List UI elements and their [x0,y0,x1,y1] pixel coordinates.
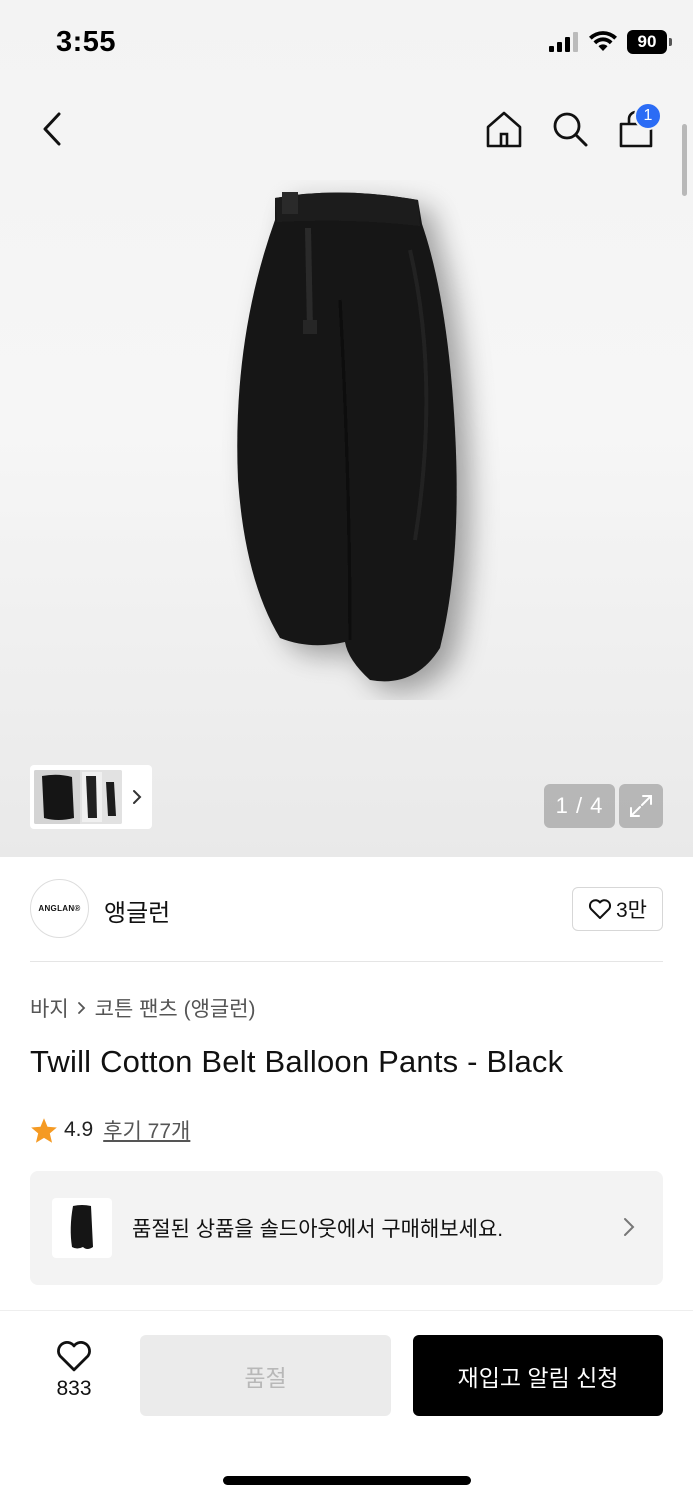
rating-row: 4.9 후기 77개 [30,1115,190,1145]
product-image[interactable] [200,180,500,700]
back-button[interactable] [22,96,82,162]
expand-button[interactable] [619,784,663,828]
cart-count-badge: 1 [634,102,662,130]
back-icon [43,112,61,146]
home-icon [486,111,522,148]
soldout-banner[interactable]: 품절된 상품을 솔드아웃에서 구매해보세요. [30,1171,663,1285]
brand-like-button[interactable]: 3만 [572,887,663,931]
product-detail-page: 3:55 90 1 1 / 4 ANGLAN® 앵글런 3만 바지 코튼 팬츠 … [0,0,693,1500]
product-title: Twill Cotton Belt Balloon Pants - Black [30,1044,564,1079]
breadcrumb: 바지 코튼 팬츠 (앵글런) [30,993,256,1023]
scroll-indicator [682,124,687,196]
status-icons: 90 [549,30,672,54]
breadcrumb-category[interactable]: 바지 [30,993,69,1023]
soldout-thumbnail [52,1198,112,1258]
top-nav: 1 [0,96,693,166]
breadcrumb-subcategory[interactable]: 코튼 팬츠 (앵글런) [95,993,256,1023]
status-bar: 3:55 90 [0,0,693,80]
chevron-right-icon [624,1218,635,1236]
star-icon [31,1117,57,1143]
soldout-banner-text: 품절된 상품을 솔드아웃에서 구매해보세요. [132,1218,504,1241]
image-pager: 1 / 4 [544,784,615,828]
status-time: 3:55 [56,26,117,58]
battery-icon: 90 [627,30,672,54]
brand-like-count: 3만 [616,899,647,922]
wifi-icon [589,31,617,51]
divider [30,961,663,962]
review-link[interactable]: 후기 77개 [103,1115,190,1145]
brand-logo[interactable]: ANGLAN® [30,879,89,938]
restock-alert-button[interactable]: 재입고 알림 신청 [413,1335,663,1416]
wishlist-button[interactable]: 833 [34,1339,114,1409]
thumbnail-image[interactable] [34,770,122,824]
chevron-right-icon [77,1002,85,1014]
heart-icon [57,1341,91,1372]
cart-button[interactable]: 1 [606,96,666,162]
chevron-right-icon [133,790,142,804]
search-icon [553,112,588,147]
expand-icon [630,795,652,817]
soldout-button: 품절 [140,1335,391,1416]
product-gallery[interactable]: 3:55 90 1 1 / 4 [0,0,693,857]
rating-value: 4.9 [64,1118,94,1141]
wishlist-count: 833 [56,1377,92,1400]
heart-icon [588,899,612,919]
bottom-action-bar: 833 품절 재입고 알림 신청 [0,1310,693,1500]
signal-icon [549,32,578,52]
home-button[interactable] [474,96,534,162]
home-indicator [223,1476,471,1485]
search-button[interactable] [540,96,600,162]
thumbnail-strip[interactable] [30,765,152,829]
brand-name[interactable]: 앵글런 [104,893,170,928]
brand-row: ANGLAN® 앵글런 3만 [30,879,663,939]
